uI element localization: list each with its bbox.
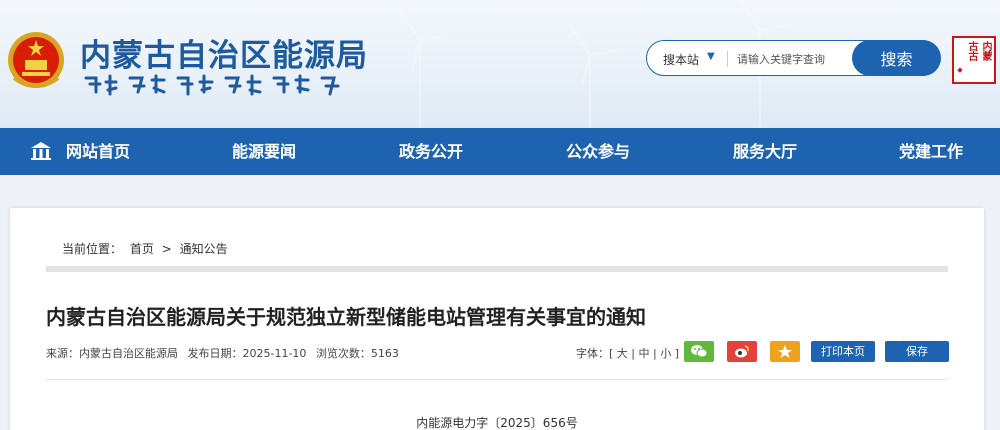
article-meta: 来源：内蒙古自治区能源局 发布日期：2025-11-10 浏览次数：5163 <box>46 345 405 361</box>
home-icon[interactable] <box>30 141 52 161</box>
site-title[interactable]: 内蒙古自治区能源局 <box>80 30 368 75</box>
search-button[interactable]: 搜索 <box>852 40 941 76</box>
search-scope-select[interactable]: 搜本站 <box>663 51 699 68</box>
font-size-close: ] <box>674 347 680 360</box>
article-views: 浏览次数：5163 <box>315 347 399 360</box>
breadcrumb-prefix: 当前位置： <box>62 242 123 256</box>
print-page-button[interactable]: 打印本页 <box>811 341 875 362</box>
weibo-icon <box>735 345 749 358</box>
font-size-label: 字体：[ <box>576 347 614 360</box>
favorite-star-icon <box>778 345 792 358</box>
nav-item-service-hall[interactable]: 服务大厅 <box>733 128 797 175</box>
nav-item-home[interactable]: 网站首页 <box>66 128 130 175</box>
save-button[interactable]: 保存 <box>885 341 949 362</box>
nav-item-party-building[interactable]: 党建工作 <box>899 128 963 175</box>
article-card: 当前位置： 首页 > 通知公告 内蒙古自治区能源局关于规范独立新型储能电站管理有… <box>10 208 984 430</box>
font-size-sep: | <box>631 347 636 360</box>
nav-item-public-participation[interactable]: 公众参与 <box>566 128 630 175</box>
wechat-icon <box>691 345 707 358</box>
mongolian-script-title <box>84 74 340 96</box>
article-date: 发布日期：2025-11-10 <box>187 347 307 360</box>
share-weibo-button[interactable] <box>727 341 757 362</box>
font-size-small[interactable]: 小 <box>660 347 671 360</box>
site-header: 内蒙古自治区能源局 搜本站 ▼ 搜索 内蒙 古古 ◆ <box>0 0 1000 128</box>
font-size-medium[interactable]: 中 <box>639 347 650 360</box>
breadcrumb-separator: > <box>161 242 172 256</box>
inner-mongolia-seal-icon: 内蒙 古古 ◆ <box>952 36 996 84</box>
breadcrumb-current-link[interactable]: 通知公告 <box>180 242 228 256</box>
main-nav: 网站首页 能源要闻 政务公开 公众参与 服务大厅 党建工作 <box>0 128 1000 175</box>
search-divider <box>727 51 728 67</box>
nav-item-energy-news[interactable]: 能源要闻 <box>232 128 296 175</box>
font-size-control: 字体：[ 大 | 中 | 小 ] <box>576 345 679 361</box>
breadcrumb-divider <box>46 266 948 272</box>
breadcrumb: 当前位置： 首页 > 通知公告 <box>62 240 232 257</box>
document-number: 内能源电力字〔2025〕656号 <box>416 416 578 430</box>
article-title: 内蒙古自治区能源局关于规范独立新型储能电站管理有关事宜的通知 <box>46 305 646 329</box>
national-emblem-icon <box>8 32 64 88</box>
nav-item-government-affairs[interactable]: 政务公开 <box>399 128 463 175</box>
search-input[interactable] <box>737 49 849 69</box>
favorite-button[interactable] <box>770 341 800 362</box>
breadcrumb-home-link[interactable]: 首页 <box>130 242 154 256</box>
article-source: 来源：内蒙古自治区能源局 <box>46 347 178 360</box>
meta-divider <box>46 379 948 380</box>
font-size-large[interactable]: 大 <box>617 347 628 360</box>
caret-down-icon[interactable]: ▼ <box>707 51 715 62</box>
search-box: 搜本站 ▼ 搜索 <box>646 40 941 76</box>
share-wechat-button[interactable] <box>684 341 714 362</box>
font-size-sep: | <box>653 347 657 360</box>
